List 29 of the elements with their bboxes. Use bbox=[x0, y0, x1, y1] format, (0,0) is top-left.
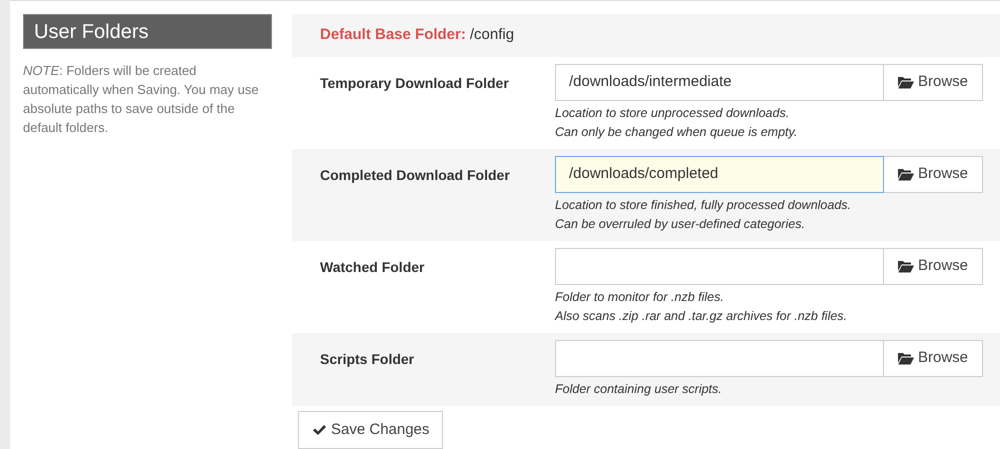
base-folder-value: /config bbox=[470, 25, 514, 46]
folder-icon bbox=[898, 352, 914, 365]
folder-icon bbox=[898, 76, 914, 89]
help-text: Can only be changed when queue is empty. bbox=[555, 124, 798, 141]
browse-button[interactable]: Browse bbox=[884, 248, 983, 285]
folder-input[interactable]: /downloads/completed bbox=[555, 156, 884, 193]
section-title: User Folders bbox=[23, 14, 272, 49]
folder-icon bbox=[898, 168, 914, 181]
folder-input[interactable] bbox=[555, 248, 884, 285]
field-label: Completed Download Folder bbox=[320, 166, 511, 185]
help-text: Folder to monitor for .nzb files. bbox=[555, 289, 725, 306]
folder-input[interactable]: /downloads/intermediate bbox=[555, 64, 884, 101]
folder-input[interactable] bbox=[555, 340, 884, 377]
help-text: Location to store finished, fully processed downloads. bbox=[555, 197, 852, 214]
help-text: Location to store unprocessed downloads. bbox=[555, 105, 790, 122]
browse-button[interactable]: Browse bbox=[884, 64, 983, 101]
help-text: Also scans .zip .rar and .tar.gz archives for .nzb files. bbox=[555, 308, 848, 325]
field-label: Temporary Download Folder bbox=[320, 74, 510, 93]
save-button[interactable]: Save Changes bbox=[298, 411, 444, 449]
field-label: Scripts Folder bbox=[320, 350, 416, 369]
folder-icon bbox=[898, 260, 914, 273]
help-text: Folder containing user scripts. bbox=[555, 381, 723, 398]
note-text: NOTE: Folders will be created automatically when Saving. You may use absolute paths to save outside of the default folders. bbox=[23, 62, 260, 137]
browse-button[interactable]: Browse bbox=[884, 340, 983, 377]
help-text: Can be overruled by user-defined categories. bbox=[555, 216, 806, 233]
base-folder-label: Default Base Folder: bbox=[320, 25, 466, 46]
browse-button[interactable]: Browse bbox=[884, 156, 983, 193]
field-label: Watched Folder bbox=[320, 258, 426, 277]
checkmark-icon bbox=[312, 424, 326, 436]
